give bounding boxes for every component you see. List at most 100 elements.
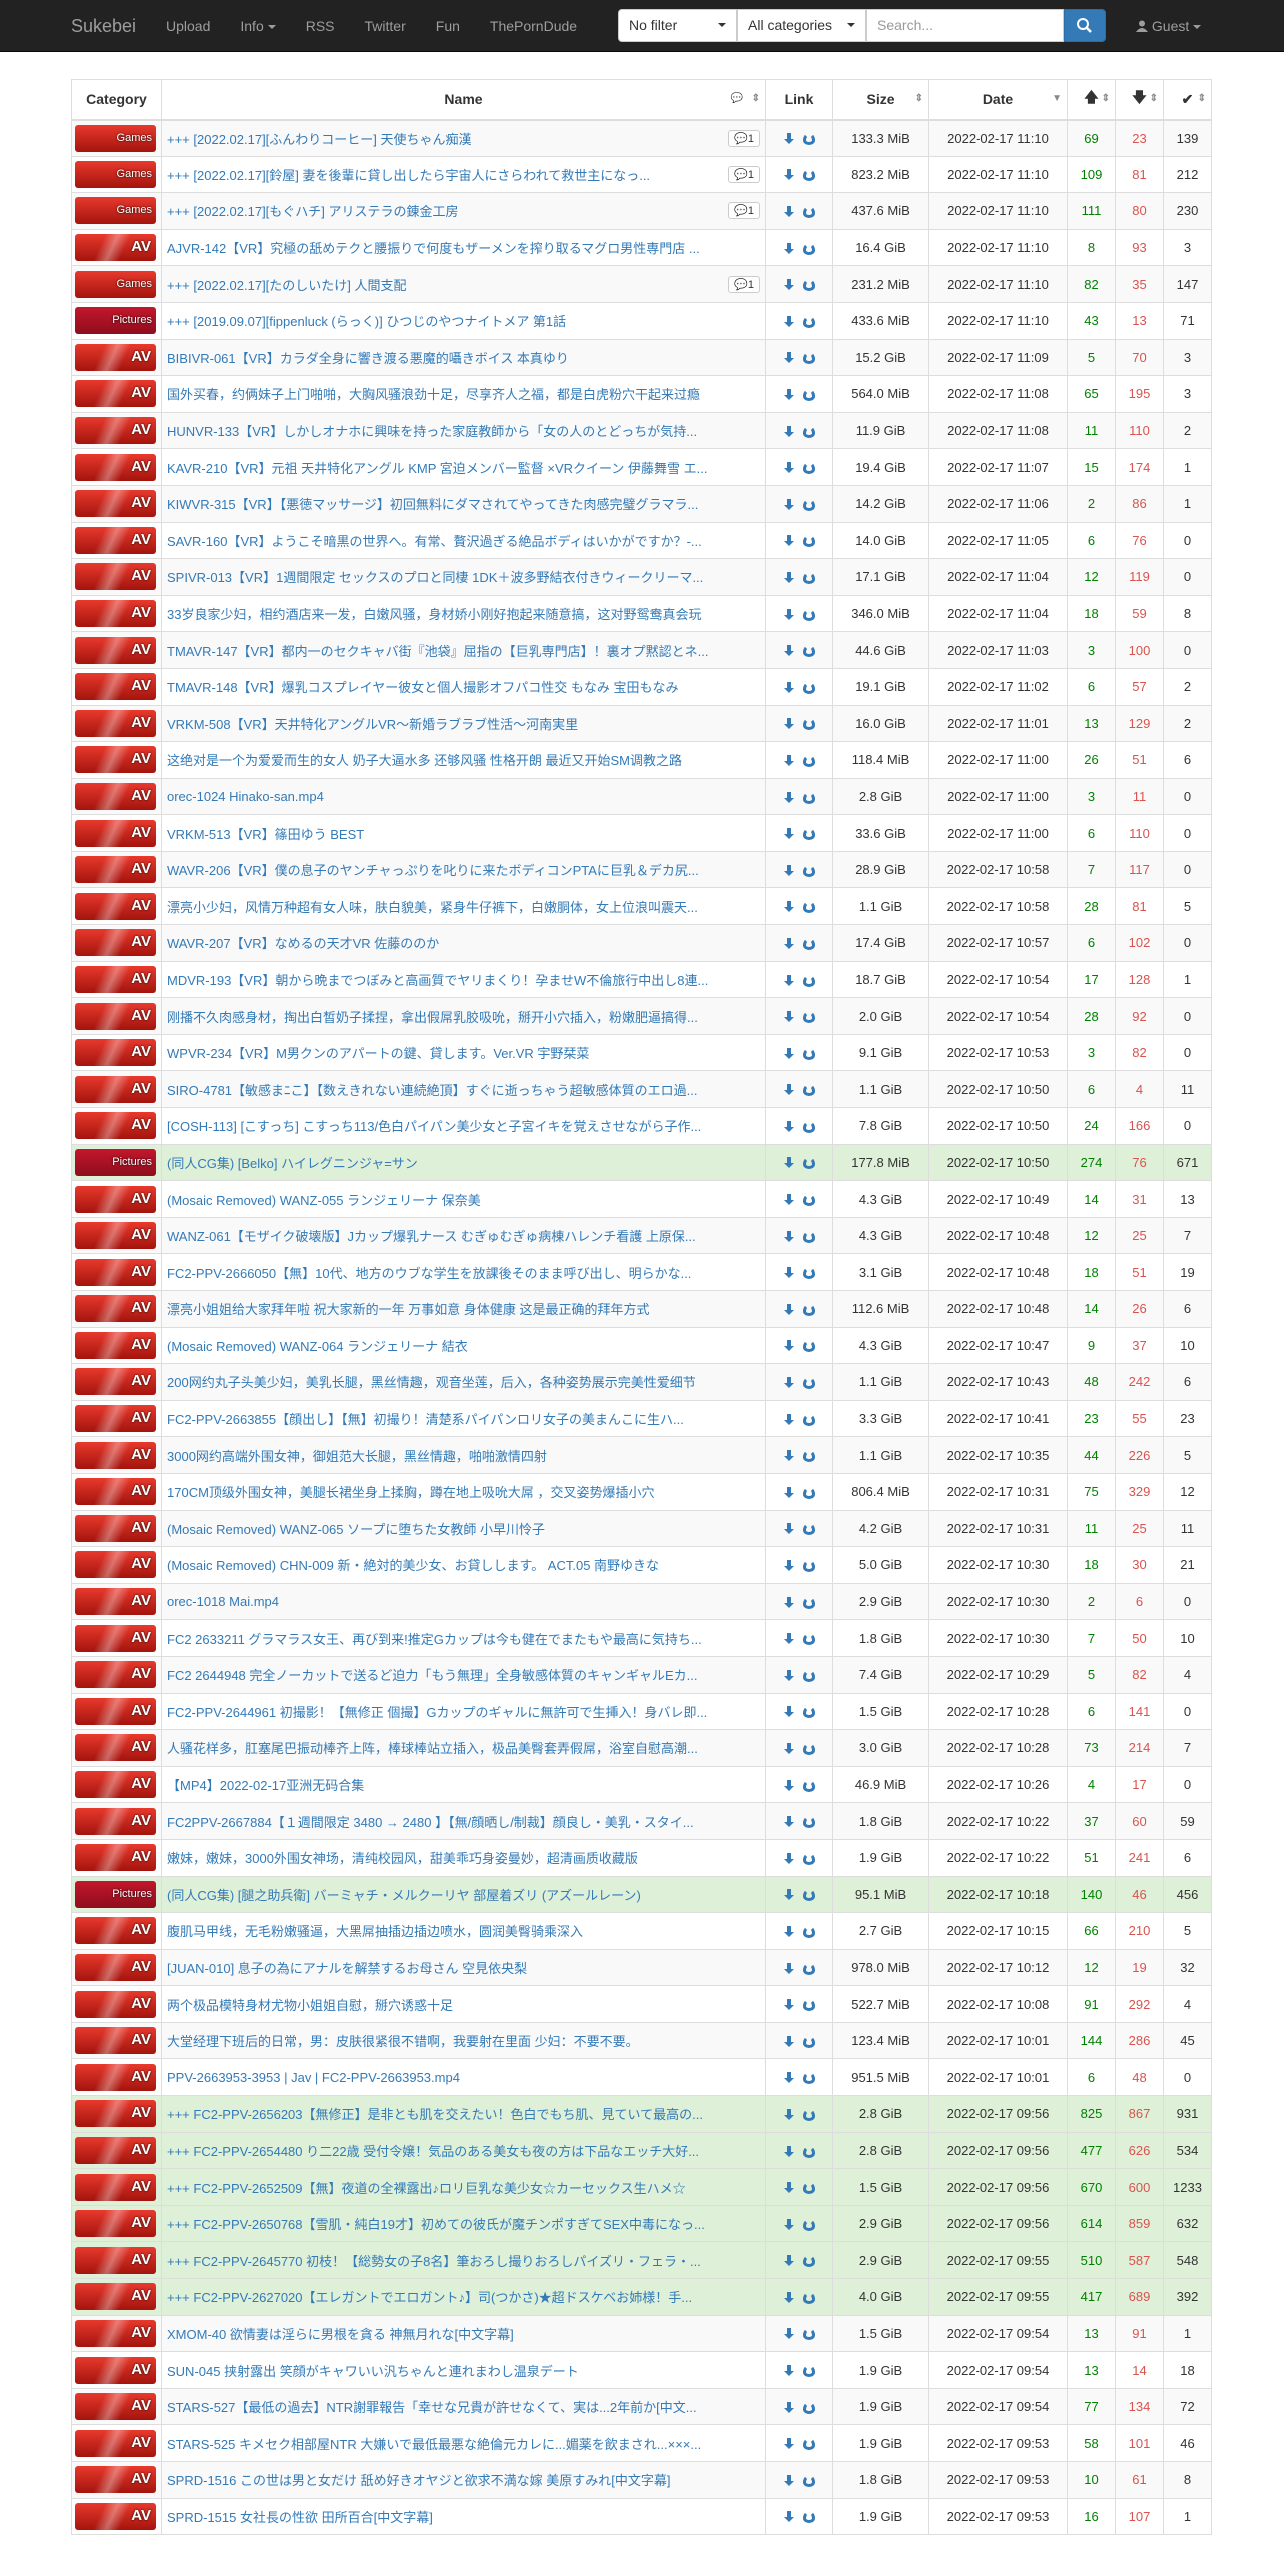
magnet-icon[interactable] <box>803 352 815 365</box>
download-icon[interactable] <box>783 1669 795 1682</box>
category-badge[interactable]: AV <box>75 782 156 810</box>
download-icon[interactable] <box>783 2072 795 2084</box>
torrent-title-link[interactable]: STARS-525 キメセク相部屋NTR 大嫌いで最低最悪な絶倫元カレに...媚… <box>167 2434 760 2453</box>
download-icon[interactable] <box>783 2328 795 2340</box>
torrent-title-link[interactable]: 人骚花样多，肛塞尾巴振动棒齐上阵，棒球棒站立插入，极品美臀套弄假屌，浴室自慰高潮… <box>167 1738 760 1757</box>
col-size[interactable]: Size ⇕ <box>832 79 929 121</box>
torrent-title-link[interactable]: FC2 2633211 グラマラス女王、再び到来!推定Gカップは今も健在でまたも… <box>167 1629 760 1648</box>
magnet-icon[interactable] <box>803 1560 815 1573</box>
download-icon[interactable] <box>783 2474 795 2487</box>
torrent-title-link[interactable]: +++ [2022.02.17][たのしいたけ] 人間支配 <box>167 275 722 294</box>
download-icon[interactable] <box>783 2365 795 2377</box>
magnet-icon[interactable] <box>803 389 815 402</box>
download-icon[interactable] <box>783 681 795 694</box>
magnet-icon[interactable] <box>803 1230 815 1243</box>
torrent-title-link[interactable]: SPRD-1515 女社長の性欲 田所百合[中文字幕] <box>167 2507 760 2526</box>
torrent-title-link[interactable]: WPVR-234【VR】M男クンのアパートの鍵、貸します。Ver.VR 宇野栞菜 <box>167 1043 760 1062</box>
download-icon[interactable] <box>783 2401 795 2414</box>
category-badge[interactable]: AV <box>75 2429 156 2457</box>
magnet-icon[interactable] <box>803 2255 815 2268</box>
download-icon[interactable] <box>783 754 795 767</box>
category-badge[interactable]: AV <box>75 1295 156 1323</box>
download-icon[interactable] <box>783 1962 795 1975</box>
torrent-title-link[interactable]: FC2-PPV-2644961 初撮影！【無修正 個撮】Gカップのギャルに無許可… <box>167 1702 760 1721</box>
category-badge[interactable]: Games <box>75 197 156 225</box>
download-icon[interactable] <box>783 169 795 181</box>
magnet-icon[interactable] <box>803 2474 815 2487</box>
category-badge[interactable]: AV <box>75 2319 156 2347</box>
magnet-icon[interactable] <box>803 535 815 548</box>
magnet-icon[interactable] <box>803 133 815 146</box>
download-icon[interactable] <box>783 2108 795 2121</box>
torrent-title-link[interactable]: SAVR-160【VR】ようこそ暗黒の世界へ。有常、贅沢過ぎる絶品ボディはいかが… <box>167 531 760 550</box>
torrent-title-link[interactable]: STARS-527【最低の過去】NTR謝罪報告「幸せな兄貴が許せなくて、実は..… <box>167 2397 760 2416</box>
category-badge[interactable]: Games <box>75 124 156 152</box>
magnet-icon[interactable] <box>803 1852 815 1865</box>
category-badge[interactable]: AV <box>75 600 156 628</box>
magnet-icon[interactable] <box>803 1596 815 1609</box>
torrent-title-link[interactable]: [COSH-113] [こすっち] こすっち113/色白パイパン美少女と子宮イキ… <box>167 1116 760 1135</box>
torrent-title-link[interactable]: +++ FC2-PPV-2654480 り二22歳 受付令嬢！気品のある美女も夜… <box>167 2141 760 2160</box>
magnet-icon[interactable] <box>803 1120 815 1133</box>
download-icon[interactable] <box>783 2255 795 2267</box>
torrent-title-link[interactable]: (同人CG集) [腿之助兵衛] バーミャチ・メルクーリヤ 部屋着ズリ (アズール… <box>167 1885 760 1904</box>
download-icon[interactable] <box>783 2291 795 2304</box>
magnet-icon[interactable] <box>803 1450 815 1463</box>
download-icon[interactable] <box>783 2145 795 2158</box>
magnet-icon[interactable] <box>803 681 815 694</box>
category-badge[interactable]: AV <box>75 343 156 371</box>
category-badge[interactable]: AV <box>75 1551 156 1579</box>
category-badge[interactable]: AV <box>75 1771 156 1799</box>
download-icon[interactable] <box>783 1816 795 1828</box>
torrent-title-link[interactable]: 【MP4】2022-02-17亚洲无码合集 <box>167 1775 760 1794</box>
category-badge[interactable]: AV <box>75 1478 156 1506</box>
torrent-title-link[interactable]: +++ [2022.02.17][ふんわりコーヒー] 天使ちゃん痴漢 <box>167 129 722 148</box>
magnet-icon[interactable] <box>803 791 815 804</box>
col-category[interactable]: Category <box>71 79 162 121</box>
torrent-title-link[interactable]: +++ [2019.09.07][fippenluck (らっく)] ひつじのや… <box>167 311 760 330</box>
magnet-icon[interactable] <box>803 498 815 511</box>
comment-count[interactable]: 💬1 <box>728 202 760 220</box>
nav-fun[interactable]: Fun <box>421 0 475 52</box>
search-input[interactable]: Search... <box>866 9 1064 42</box>
category-badge[interactable]: AV <box>75 1002 156 1030</box>
torrent-title-link[interactable]: BIBIVR-061【VR】カラダ全身に響き渡る悪魔的囁きボイス 本真ゆり <box>167 348 760 367</box>
torrent-title-link[interactable]: SUN-045 挟射露出 笑顔がキャワいい汎ちゃんと連れまわし温泉デート <box>167 2361 760 2380</box>
torrent-title-link[interactable]: 3000网约高端外围女神，御姐范大长腿，黑丝情趣，啪啪激情四射 <box>167 1446 760 1465</box>
category-badge[interactable]: AV <box>75 1441 156 1469</box>
torrent-title-link[interactable]: (Mosaic Removed) WANZ-064 ランジェリーナ 結衣 <box>167 1336 760 1355</box>
download-icon[interactable] <box>783 133 795 145</box>
torrent-title-link[interactable]: +++ [2022.02.17][鈴屋] 妻を後輩に貸し出したら宇宙人にさらわれ… <box>167 165 722 184</box>
magnet-icon[interactable] <box>803 2218 815 2231</box>
download-icon[interactable] <box>783 462 795 474</box>
category-badge[interactable]: AV <box>75 1258 156 1286</box>
category-badge[interactable]: AV <box>75 746 156 774</box>
download-icon[interactable] <box>783 1999 795 2011</box>
nav-theporndude[interactable]: ThePornDude <box>475 0 592 52</box>
category-badge[interactable]: AV <box>75 1697 156 1725</box>
nav-info[interactable]: Info <box>225 0 290 52</box>
col-date[interactable]: Date ▼ <box>928 79 1068 121</box>
torrent-title-link[interactable]: TMAVR-147【VR】都内一のセクキャバ街『池袋』屈指の【巨乳専門店】！裏オ… <box>167 641 760 660</box>
category-badge[interactable]: AV <box>75 526 156 554</box>
download-icon[interactable] <box>783 1413 795 1426</box>
download-icon[interactable] <box>783 1267 795 1279</box>
magnet-icon[interactable] <box>803 2072 815 2085</box>
magnet-icon[interactable] <box>803 1011 815 1024</box>
download-icon[interactable] <box>783 389 795 401</box>
magnet-icon[interactable] <box>803 1157 815 1170</box>
torrent-title-link[interactable]: 33岁良家少妇，相约酒店来一发，白嫩风骚，身材娇小刚好抱起来随意搞，这对野鸳鸯真… <box>167 604 760 623</box>
magnet-icon[interactable] <box>803 1633 815 1646</box>
magnet-icon[interactable] <box>803 1267 815 1280</box>
category-badge[interactable]: AV <box>75 1185 156 1213</box>
category-badge[interactable]: AV <box>75 563 156 591</box>
magnet-icon[interactable] <box>803 2328 815 2341</box>
torrent-title-link[interactable]: +++ FC2-PPV-2652509【無】夜道の全裸露出♪ロリ巨乳な美少女☆カ… <box>167 2178 760 2197</box>
nav-twitter[interactable]: Twitter <box>350 0 421 52</box>
magnet-icon[interactable] <box>803 2438 815 2451</box>
torrent-title-link[interactable]: 大堂经理下班后的日常，男：皮肤很紧很不错啊，我要射在里面 少妇：不要不要。 <box>167 2031 760 2050</box>
download-icon[interactable] <box>783 1706 795 1718</box>
magnet-icon[interactable] <box>803 2365 815 2378</box>
download-icon[interactable] <box>783 1303 795 1316</box>
category-badge[interactable]: AV <box>75 2283 156 2311</box>
